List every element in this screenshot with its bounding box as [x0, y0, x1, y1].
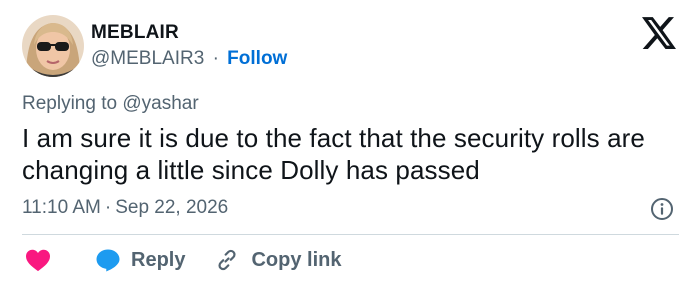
- display-name[interactable]: MEBLAIR: [91, 22, 179, 44]
- replying-to-mention[interactable]: @yashar: [122, 93, 198, 114]
- reply-bubble-icon: [96, 249, 120, 272]
- info-icon[interactable]: [650, 197, 674, 221]
- user-handle[interactable]: @MEBLAIR3: [91, 48, 204, 69]
- tweet-timestamp[interactable]: 11:10 AM · Sep 22, 2026: [22, 197, 228, 219]
- reply-button[interactable]: Reply: [95, 248, 185, 272]
- tweet-time[interactable]: 11:10 AM: [22, 197, 101, 218]
- action-bar: Reply Copy link: [22, 244, 341, 276]
- replying-to-line: Replying to @yashar: [22, 93, 199, 115]
- handle-row: @MEBLAIR3 · Follow: [91, 48, 287, 70]
- link-icon: [218, 249, 237, 271]
- avatar[interactable]: [22, 15, 84, 77]
- heart-icon: [26, 249, 50, 272]
- avatar-image: [22, 15, 84, 77]
- copy-link-label: Copy link: [251, 248, 342, 271]
- divider: [22, 234, 679, 235]
- tweet-embed-card: MEBLAIR @MEBLAIR3 · Follow Replying to @…: [0, 0, 700, 287]
- copy-link-button[interactable]: Copy link: [185, 248, 341, 272]
- reply-label: Reply: [131, 248, 186, 271]
- like-button[interactable]: [22, 248, 95, 272]
- follow-link[interactable]: Follow: [227, 48, 287, 69]
- tweet-text: I am sure it is due to the fact that the…: [22, 123, 645, 185]
- replying-to-prefix: Replying to: [22, 93, 123, 114]
- tweet-date[interactable]: Sep 22, 2026: [115, 197, 228, 218]
- timestamp-separator: ·: [104, 197, 112, 218]
- separator-dot: ·: [212, 48, 219, 69]
- x-logo-icon[interactable]: [642, 17, 676, 49]
